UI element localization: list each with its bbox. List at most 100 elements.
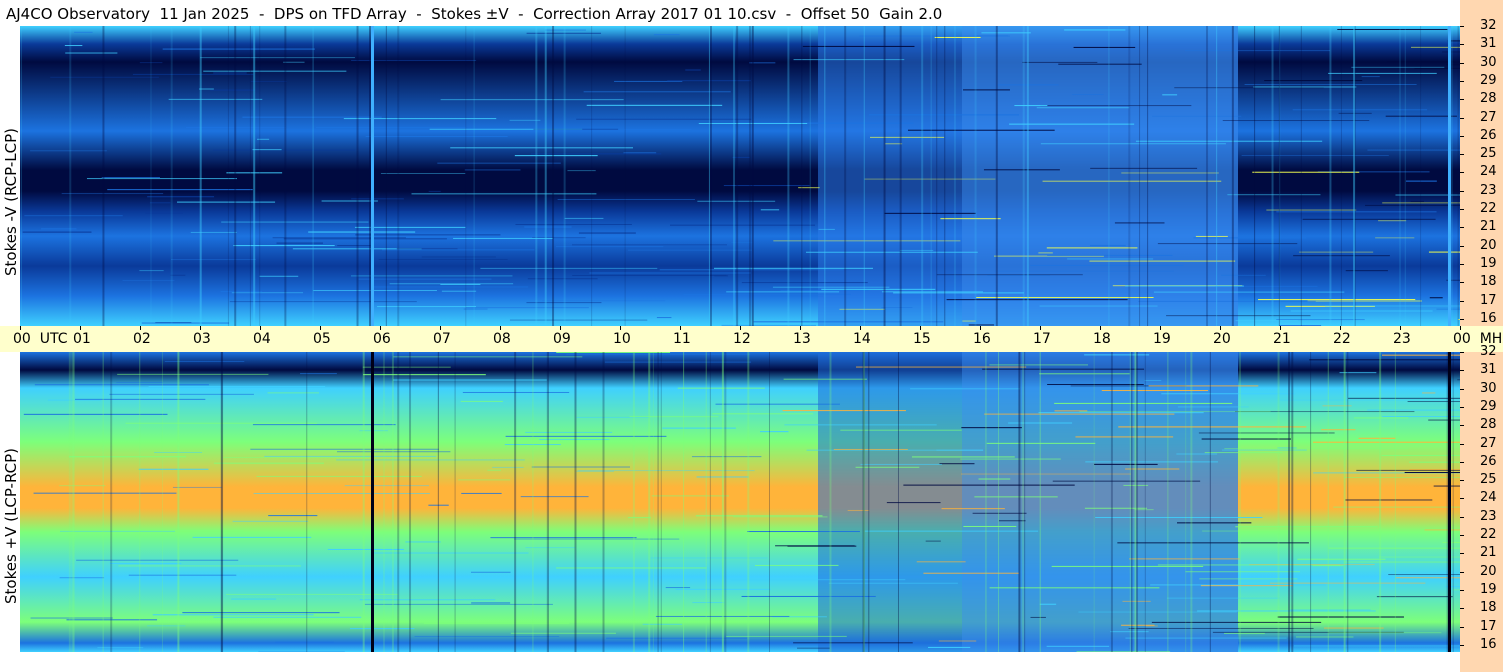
streak (753, 321, 944, 323)
vertical-stripe (1147, 26, 1149, 326)
vertical-stripe (974, 26, 977, 326)
streak (1166, 315, 1311, 317)
streak (1333, 506, 1460, 508)
x-tick-label: 05 (313, 331, 331, 347)
y-tick-label: 16 (1480, 636, 1497, 652)
streak (910, 388, 1020, 390)
streak (1293, 645, 1460, 647)
streak (34, 384, 209, 386)
streak (1241, 154, 1389, 156)
streak (1299, 251, 1374, 253)
vertical-stripe (708, 26, 710, 326)
streak (276, 242, 323, 244)
streak (363, 374, 486, 376)
streak (1038, 252, 1053, 254)
vertical-stripe (1340, 26, 1342, 326)
y-tick-mark (1460, 626, 1464, 628)
streak (460, 400, 503, 402)
streak (76, 559, 239, 561)
vertical-stripe (1216, 26, 1218, 326)
streak (1046, 645, 1110, 647)
streak (881, 291, 983, 293)
streak (440, 99, 624, 101)
vertical-stripe (259, 26, 261, 326)
streak (1052, 480, 1201, 482)
vertical-stripe (249, 26, 251, 326)
streak (389, 283, 514, 285)
streak (107, 189, 253, 191)
marker-line (1448, 352, 1451, 652)
streak (1110, 631, 1149, 633)
streak (754, 564, 839, 566)
streak (1249, 564, 1375, 566)
streak (1195, 235, 1228, 237)
vertical-stripe (391, 352, 394, 652)
streak (1411, 46, 1460, 48)
vertical-stripe (1144, 352, 1146, 652)
streak (428, 190, 441, 192)
streak (1344, 477, 1460, 479)
streak (139, 270, 164, 272)
streak (1329, 632, 1442, 634)
x-tick-label: 07 (433, 331, 451, 347)
vertical-stripe (563, 26, 566, 326)
x-tick-label: 01 (73, 331, 91, 347)
vertical-stripe (514, 352, 517, 652)
vertical-stripe (71, 352, 73, 652)
y-tick-mark (1460, 370, 1464, 372)
streak (1358, 437, 1396, 439)
streak (984, 413, 1175, 415)
vertical-stripe (102, 26, 105, 326)
streak (1039, 603, 1057, 605)
streak (1345, 270, 1388, 272)
streak (480, 267, 658, 269)
vertical-stripe (1379, 352, 1382, 652)
streak (864, 530, 1039, 532)
streak (168, 98, 263, 100)
vertical-stripe (473, 26, 475, 326)
x-tick-mark (200, 326, 201, 330)
streak (1410, 200, 1424, 202)
streak (461, 492, 502, 494)
streak (530, 153, 662, 155)
vertical-stripe (1329, 26, 1332, 326)
streak (963, 525, 1017, 527)
streak (1085, 461, 1218, 463)
heatmap-bottom (20, 352, 1460, 652)
streak (190, 231, 237, 233)
y-tick-label: 19 (1480, 255, 1497, 271)
y-tick-label: 22 (1480, 527, 1497, 542)
streak (343, 118, 497, 120)
streak (623, 129, 692, 131)
streak (109, 562, 182, 564)
streak (138, 468, 209, 470)
streak (940, 218, 1001, 220)
vertical-stripe (1457, 26, 1459, 326)
streak (509, 319, 648, 321)
streak (651, 495, 730, 497)
x-tick-mark (860, 326, 861, 330)
vertical-stripe (1310, 352, 1312, 652)
vertical-stripe (1026, 26, 1029, 326)
streak (253, 492, 430, 494)
streak (1073, 46, 1136, 48)
streak (1197, 610, 1376, 612)
vertical-stripe (953, 26, 956, 326)
vertical-stripe (1239, 352, 1241, 652)
streak (1385, 115, 1458, 117)
streak (273, 44, 295, 46)
y-tick-label: 27 (1480, 109, 1497, 125)
vertical-stripe (356, 26, 359, 326)
vertical-stripe (1343, 352, 1346, 652)
x-tick-mark (500, 326, 501, 330)
streak (855, 366, 1027, 368)
vertical-stripe (1420, 26, 1422, 326)
streak (903, 484, 1075, 486)
streak (515, 223, 632, 225)
y-tick-mark (1460, 535, 1464, 536)
streak (152, 614, 314, 616)
streak (252, 424, 396, 426)
vertical-stripe (1353, 26, 1356, 326)
streak (505, 435, 667, 437)
streak (1290, 310, 1433, 312)
